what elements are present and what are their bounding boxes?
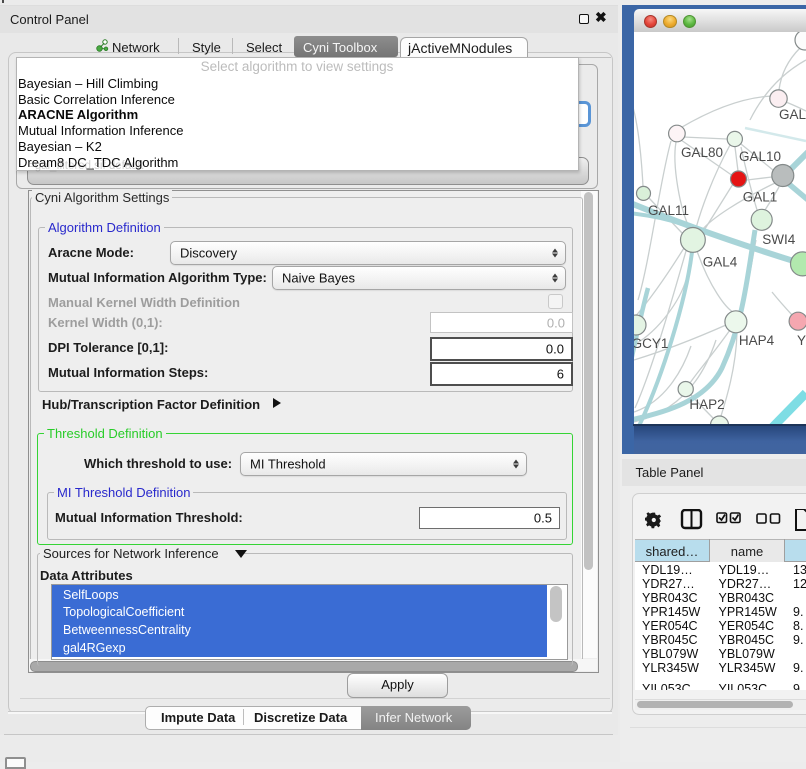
svg-text:YJL: YJL <box>797 333 806 348</box>
svg-text:GAL11: GAL11 <box>648 203 689 218</box>
svg-text:GCY1: GCY1 <box>634 336 668 351</box>
svg-text:SWI4: SWI4 <box>762 232 795 247</box>
svg-text:GAL4: GAL4 <box>703 255 738 270</box>
svg-text:HAP4: HAP4 <box>739 333 775 348</box>
svg-text:GAL10: GAL10 <box>739 149 781 164</box>
svg-text:HAP2: HAP2 <box>689 397 724 412</box>
svg-text:GAL80: GAL80 <box>681 145 723 160</box>
svg-text:GAL2: GAL2 <box>779 107 806 122</box>
svg-text:GAL1: GAL1 <box>743 190 778 205</box>
